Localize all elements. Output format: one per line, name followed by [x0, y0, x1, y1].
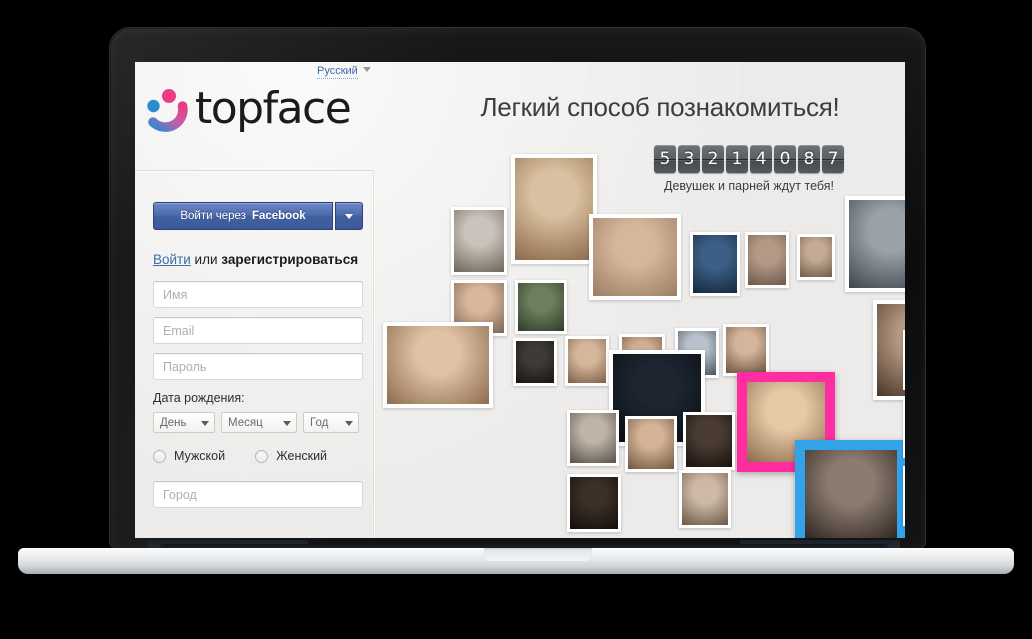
chevron-down-icon — [283, 420, 291, 426]
birthdate-selects: День Месяц Год — [153, 412, 363, 433]
collage-photo-image — [570, 413, 616, 463]
birthdate-day-value: День — [160, 416, 187, 429]
laptop-screen: Русский topface Войти через Facebook Вой… — [135, 62, 905, 538]
member-counter: 53214087 Девушек и парней ждут тебя! — [643, 145, 855, 193]
collage-photo — [589, 214, 681, 300]
birthdate-month-select[interactable]: Месяц — [221, 412, 297, 433]
collage-photo — [903, 466, 905, 526]
gender-row: Мужской Женский — [153, 449, 363, 463]
chevron-down-icon — [345, 420, 353, 426]
collage-photo-image — [518, 283, 564, 331]
collage-photo-image — [568, 339, 606, 383]
laptop-base — [18, 548, 1014, 584]
collage-photo — [873, 300, 905, 400]
chevron-down-icon — [345, 213, 353, 219]
counter-digit: 5 — [654, 145, 676, 173]
hero-headline: Легкий способ познакомиться! — [480, 92, 840, 122]
facebook-brand-label: Facebook — [251, 210, 306, 222]
counter-digit: 3 — [678, 145, 700, 173]
collage-photo — [845, 196, 905, 292]
collage-photo-image — [593, 218, 677, 296]
gender-label-male: Мужской — [174, 449, 226, 463]
gender-option-female[interactable]: Женский — [255, 449, 327, 463]
birthdate-label: Дата рождения: — [153, 391, 245, 405]
member-counter-digits: 53214087 — [643, 145, 855, 173]
brand-logo[interactable]: topface — [141, 83, 352, 134]
birthdate-day-select[interactable]: День — [153, 412, 215, 433]
collage-photo-image — [686, 415, 732, 467]
signup-form: Войти через Facebook Войти или зарегистр… — [153, 202, 363, 517]
collage-photo — [723, 324, 769, 376]
collage-photo-image — [805, 450, 897, 538]
collage-photo-image — [748, 235, 786, 285]
collage-photo-image — [570, 477, 618, 529]
collage-photo-image — [516, 341, 554, 383]
collage-photo — [690, 232, 740, 296]
collage-photo-image — [877, 304, 905, 396]
collage-photo-image — [726, 327, 766, 373]
brand-wordmark: topface — [195, 83, 352, 134]
collage-photo-image — [515, 158, 593, 260]
counter-digit: 8 — [798, 145, 820, 173]
header-divider — [135, 170, 373, 171]
laptop-mockup: Русский topface Войти через Facebook Вой… — [0, 0, 1032, 639]
collage-photo — [567, 410, 619, 466]
collage-photo — [795, 440, 905, 538]
radio-icon-male[interactable] — [153, 449, 166, 463]
language-label[interactable]: Русский — [317, 65, 358, 79]
gender-label-female: Женский — [276, 449, 328, 463]
register-link[interactable]: зарегистрироваться — [221, 252, 358, 267]
chevron-down-icon — [362, 67, 371, 72]
language-selector[interactable]: Русский — [317, 65, 371, 79]
auth-switch-line: Войти или зарегистрироваться — [153, 252, 363, 267]
collage-photo-image — [693, 235, 737, 293]
collage-photo — [451, 207, 507, 275]
collage-photo — [903, 398, 905, 458]
facebook-login-row: Войти через Facebook — [153, 202, 363, 230]
facebook-login-prefix: Войти через — [180, 210, 246, 222]
counter-digit: 7 — [822, 145, 844, 173]
collage-photo — [903, 330, 905, 390]
collage-photo — [383, 322, 493, 408]
email-input[interactable] — [153, 317, 363, 344]
counter-digit: 1 — [726, 145, 748, 173]
facebook-login-button[interactable]: Войти через Facebook — [153, 202, 333, 230]
facebook-login-dropdown-button[interactable] — [335, 202, 363, 230]
name-input[interactable] — [153, 281, 363, 308]
collage-photo-image — [387, 326, 489, 404]
collage-photo — [565, 336, 609, 386]
counter-digit: 2 — [702, 145, 724, 173]
topface-landing-page: Русский topface Войти через Facebook Вой… — [135, 62, 905, 538]
birthdate-month-value: Месяц — [228, 416, 263, 429]
radio-icon-female[interactable] — [255, 449, 269, 463]
login-link[interactable]: Войти — [153, 252, 191, 267]
collage-photo — [567, 474, 621, 532]
counter-digit: 4 — [750, 145, 772, 173]
counter-digit: 0 — [774, 145, 796, 173]
laptop-base-notch — [484, 548, 592, 561]
collage-photo — [745, 232, 789, 288]
auth-switch-or: или — [194, 252, 218, 267]
birthdate-year-value: Год — [310, 416, 329, 429]
collage-photo — [797, 234, 835, 280]
collage-photo-image — [454, 210, 504, 272]
city-input[interactable] — [153, 481, 363, 508]
collage-photo-image — [628, 419, 674, 469]
collage-photo — [513, 338, 557, 386]
gender-option-male[interactable]: Мужской — [153, 449, 225, 463]
birthdate-year-select[interactable]: Год — [303, 412, 359, 433]
collage-photo — [683, 412, 735, 470]
collage-photo — [679, 470, 731, 528]
topface-smiley-logo-icon — [147, 89, 188, 132]
collage-photo — [515, 280, 567, 334]
column-divider — [373, 170, 374, 538]
collage-photo-image — [849, 200, 905, 288]
collage-photo-image — [682, 473, 728, 525]
collage-photo-image — [800, 237, 832, 277]
member-counter-caption: Девушек и парней ждут тебя! — [663, 179, 835, 193]
password-input[interactable] — [153, 353, 363, 380]
chevron-down-icon — [201, 420, 209, 426]
collage-photo — [625, 416, 677, 472]
collage-photo — [511, 154, 597, 264]
